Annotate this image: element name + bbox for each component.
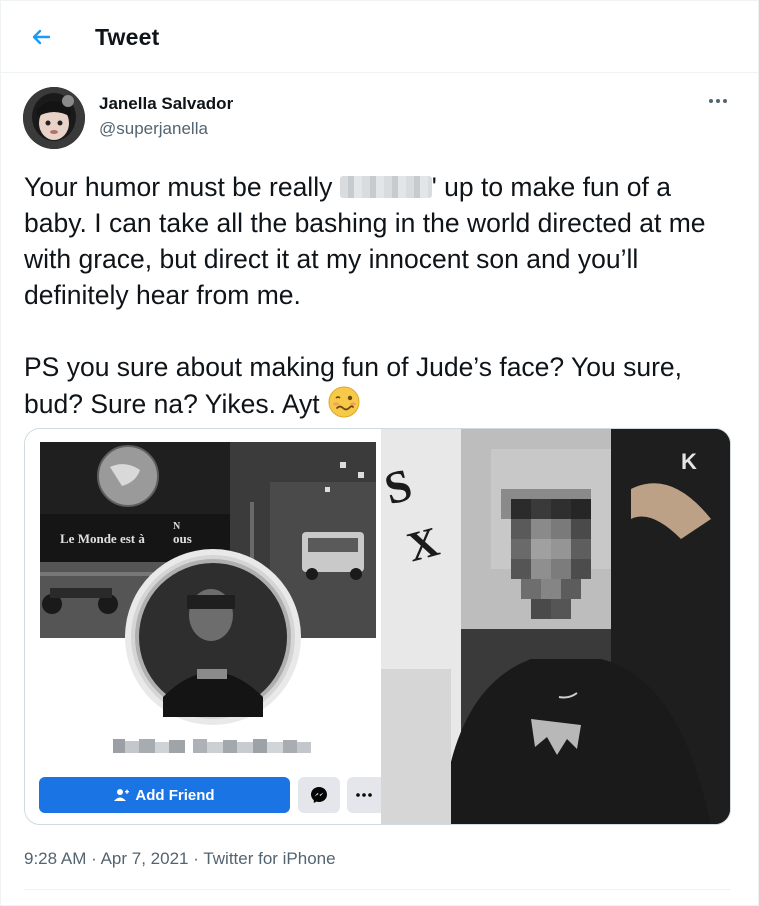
woozy-face-emoji [328, 386, 360, 418]
blurred-profile-name [113, 739, 311, 753]
tweet-text: Your humor must be really ' up to make f… [24, 169, 734, 422]
messenger-button[interactable] [298, 777, 340, 813]
avatar[interactable] [23, 87, 85, 149]
tweet-paragraph-1: Your humor must be really ' up to make f… [24, 169, 734, 313]
add-friend-icon [114, 789, 130, 801]
header-bar: Tweet [1, 1, 759, 73]
pixelated-photo: S X K [379, 429, 730, 824]
divider [24, 889, 731, 890]
tweet-time[interactable]: 9:28 AM [24, 849, 86, 868]
censored-word [339, 176, 432, 198]
tweet-media[interactable]: Le Monde est à N ous Add Friend S X K [24, 428, 731, 825]
author-handle[interactable]: @superjanella [99, 119, 208, 139]
tweet-page: Tweet Janella Salvador @superjanella You… [0, 0, 759, 906]
arrow-left-icon[interactable] [27, 23, 55, 51]
tweet-meta: 9:28 AM · Apr 7, 2021 · Twitter for iPho… [24, 849, 336, 869]
author-name[interactable]: Janella Salvador [99, 94, 233, 114]
more-button[interactable] [347, 777, 381, 813]
svg-text:K: K [681, 449, 697, 474]
ellipsis-icon [356, 793, 372, 797]
add-friend-label: Add Friend [135, 786, 215, 804]
profile-picture-blurred [125, 549, 301, 725]
more-options-icon[interactable] [704, 91, 732, 111]
page-title: Tweet [95, 24, 160, 50]
group-photo[interactable]: S X K [379, 429, 730, 824]
tweet-paragraph-2: PS you sure about making fun of Jude’s f… [24, 349, 734, 422]
messenger-icon [311, 787, 327, 803]
add-friend-button[interactable]: Add Friend [39, 777, 290, 813]
banner-text: Le Monde est à [60, 531, 145, 546]
tweet-text-part: Your humor must be really [24, 172, 340, 202]
tweet-date[interactable]: Apr 7, 2021 [101, 849, 189, 868]
meta-separator: · [91, 849, 97, 868]
banner-text-end: ous [173, 531, 192, 546]
avatar-photo [23, 87, 85, 149]
facebook-profile-screenshot[interactable]: Le Monde est à N ous Add Friend [25, 429, 381, 824]
meta-separator: · [193, 849, 199, 868]
tweet-source[interactable]: Twitter for iPhone [203, 849, 335, 868]
